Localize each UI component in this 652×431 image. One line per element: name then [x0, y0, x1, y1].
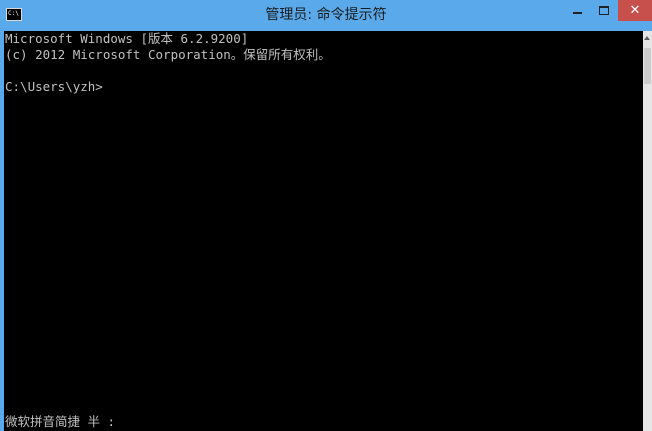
minimize-icon [573, 12, 582, 14]
vertical-scrollbar[interactable] [643, 31, 652, 431]
console-line-copyright: (c) 2012 Microsoft Corporation。保留所有权利。 [5, 47, 331, 62]
title-bar[interactable]: C:\ 管理员: 命令提示符 ✕ [0, 0, 652, 31]
maximize-button[interactable] [591, 0, 618, 21]
console-output[interactable]: Microsoft Windows [版本 6.2.9200] (c) 2012… [4, 31, 643, 431]
console-line-version: Microsoft Windows [版本 6.2.9200] [5, 31, 249, 46]
window-title: 管理员: 命令提示符 [265, 7, 387, 23]
scroll-up-arrow-icon [644, 36, 650, 40]
close-button[interactable]: ✕ [618, 0, 652, 21]
ime-status-text: 微软拼音简捷 半 : [5, 414, 116, 429]
maximize-icon [599, 6, 609, 15]
ime-status-bar: 微软拼音简捷 半 : [4, 413, 643, 431]
scroll-up-button[interactable] [643, 31, 652, 47]
scroll-thumb[interactable] [644, 48, 651, 84]
close-icon: ✕ [629, 3, 641, 18]
cmd-window: C:\ 管理员: 命令提示符 ✕ Microsoft Windows [版本 6… [0, 0, 652, 431]
minimize-button[interactable] [564, 0, 591, 21]
command-prompt[interactable]: C:\Users\yzh> [5, 79, 103, 95]
